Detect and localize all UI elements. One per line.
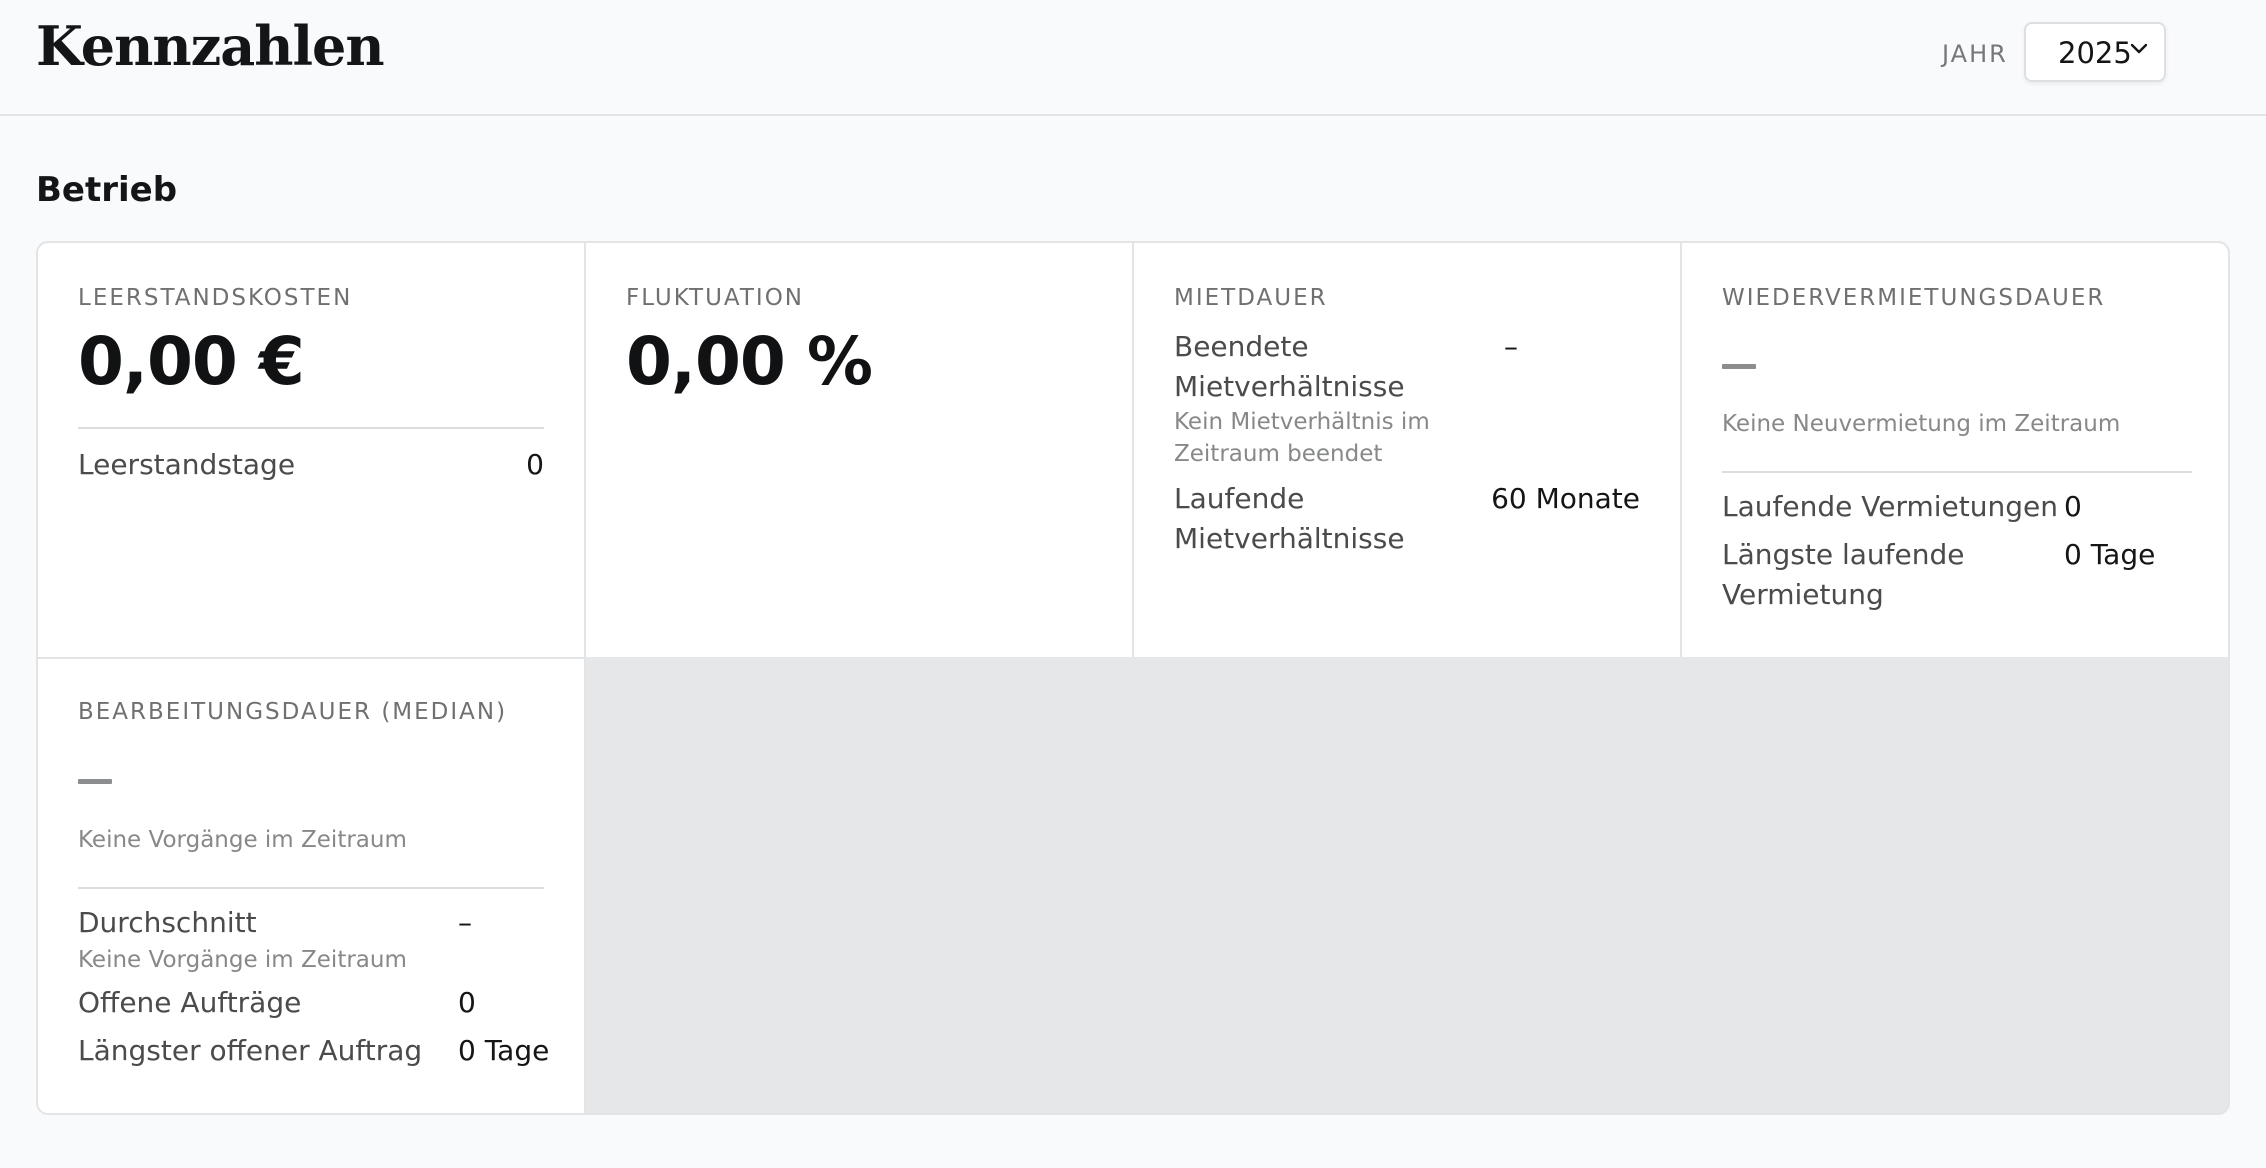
row-label-laengste-vermietung-2: Vermietung: [1722, 578, 1884, 611]
row-value-durchschnitt: –: [458, 906, 472, 939]
year-label: JAHR: [1942, 40, 2008, 68]
row-value-laengster-auftrag: 0 Tage: [458, 1034, 550, 1067]
row-value-laufende: 60 Monate: [1491, 482, 1640, 515]
divider: [1722, 471, 2192, 473]
card-label: FLUKTUATION: [626, 285, 805, 311]
divider: [78, 427, 544, 429]
row-value-offene-auftraege: 0: [458, 986, 476, 1019]
row-note-durchschnitt: Keine Vorgänge im Zeitraum: [78, 947, 407, 973]
year-select-value: 2025: [2058, 36, 2132, 70]
row-value-leerstandstage: 0: [526, 448, 544, 481]
row-note-beendete: Kein Mietverhältnis im: [1174, 409, 1430, 435]
row-label-laengste-vermietung: Längste laufende: [1722, 538, 1965, 571]
card-label: BEARBEITUNGSDAUER (MEDIAN): [78, 699, 508, 725]
empty-value-dash: [1722, 364, 1756, 369]
year-select[interactable]: 2025: [2024, 22, 2166, 82]
card-fluktuation: FLUKTUATION 0,00 %: [586, 243, 1134, 657]
card-note: Keine Neuvermietung im Zeitraum: [1722, 411, 2121, 437]
kpi-grid: LEERSTANDSKOSTEN 0,00 € Leerstandstage 0…: [36, 241, 2230, 1115]
divider: [78, 887, 544, 889]
row-label-durchschnitt: Durchschnitt: [78, 906, 257, 939]
row-value-laufende-vermietungen: 0: [2064, 490, 2082, 523]
row-value-beendete: –: [1504, 330, 1518, 363]
card-value: 0,00 %: [626, 323, 873, 400]
row-label-laufende-vermietungen: Laufende Vermietungen: [1722, 490, 2058, 523]
page-header: Kennzahlen JAHR 2025: [0, 0, 2266, 116]
row-label-beendete: Beendete: [1174, 330, 1309, 363]
chevron-down-icon: [2130, 43, 2148, 54]
card-leerstandskosten: LEERSTANDSKOSTEN 0,00 € Leerstandstage 0: [38, 243, 586, 657]
row-label-laufende: Laufende: [1174, 482, 1305, 515]
card-mietdauer: MIETDAUER Beendete Mietverhältnisse – Ke…: [1134, 243, 1682, 657]
card-label: MIETDAUER: [1174, 285, 1328, 311]
card-bearbeitungsdauer: BEARBEITUNGSDAUER (MEDIAN) Keine Vorgäng…: [38, 657, 586, 1113]
row-label-leerstandstage: Leerstandstage: [78, 448, 296, 481]
card-note: Keine Vorgänge im Zeitraum: [78, 827, 407, 853]
empty-value-dash: [78, 779, 112, 784]
card-wiedervermietungsdauer: WIEDERVERMIETUNGSDAUER Keine Neuvermietu…: [1682, 243, 2228, 657]
card-label: WIEDERVERMIETUNGSDAUER: [1722, 285, 2106, 311]
section-title: Betrieb: [36, 170, 178, 210]
row-label-beendete-2: Mietverhältnisse: [1174, 370, 1405, 403]
row-label-offene-auftraege: Offene Aufträge: [78, 986, 302, 1019]
row-value-laengste-vermietung: 0 Tage: [2064, 538, 2156, 571]
row-note-beendete-2: Zeitraum beendet: [1174, 441, 1383, 467]
row-label-laufende-2: Mietverhältnisse: [1174, 522, 1405, 555]
card-value: 0,00 €: [78, 323, 305, 400]
page-title: Kennzahlen: [36, 14, 385, 78]
card-label: LEERSTANDSKOSTEN: [78, 285, 353, 311]
row-label-laengster-auftrag: Längster offener Auftrag: [78, 1034, 423, 1067]
